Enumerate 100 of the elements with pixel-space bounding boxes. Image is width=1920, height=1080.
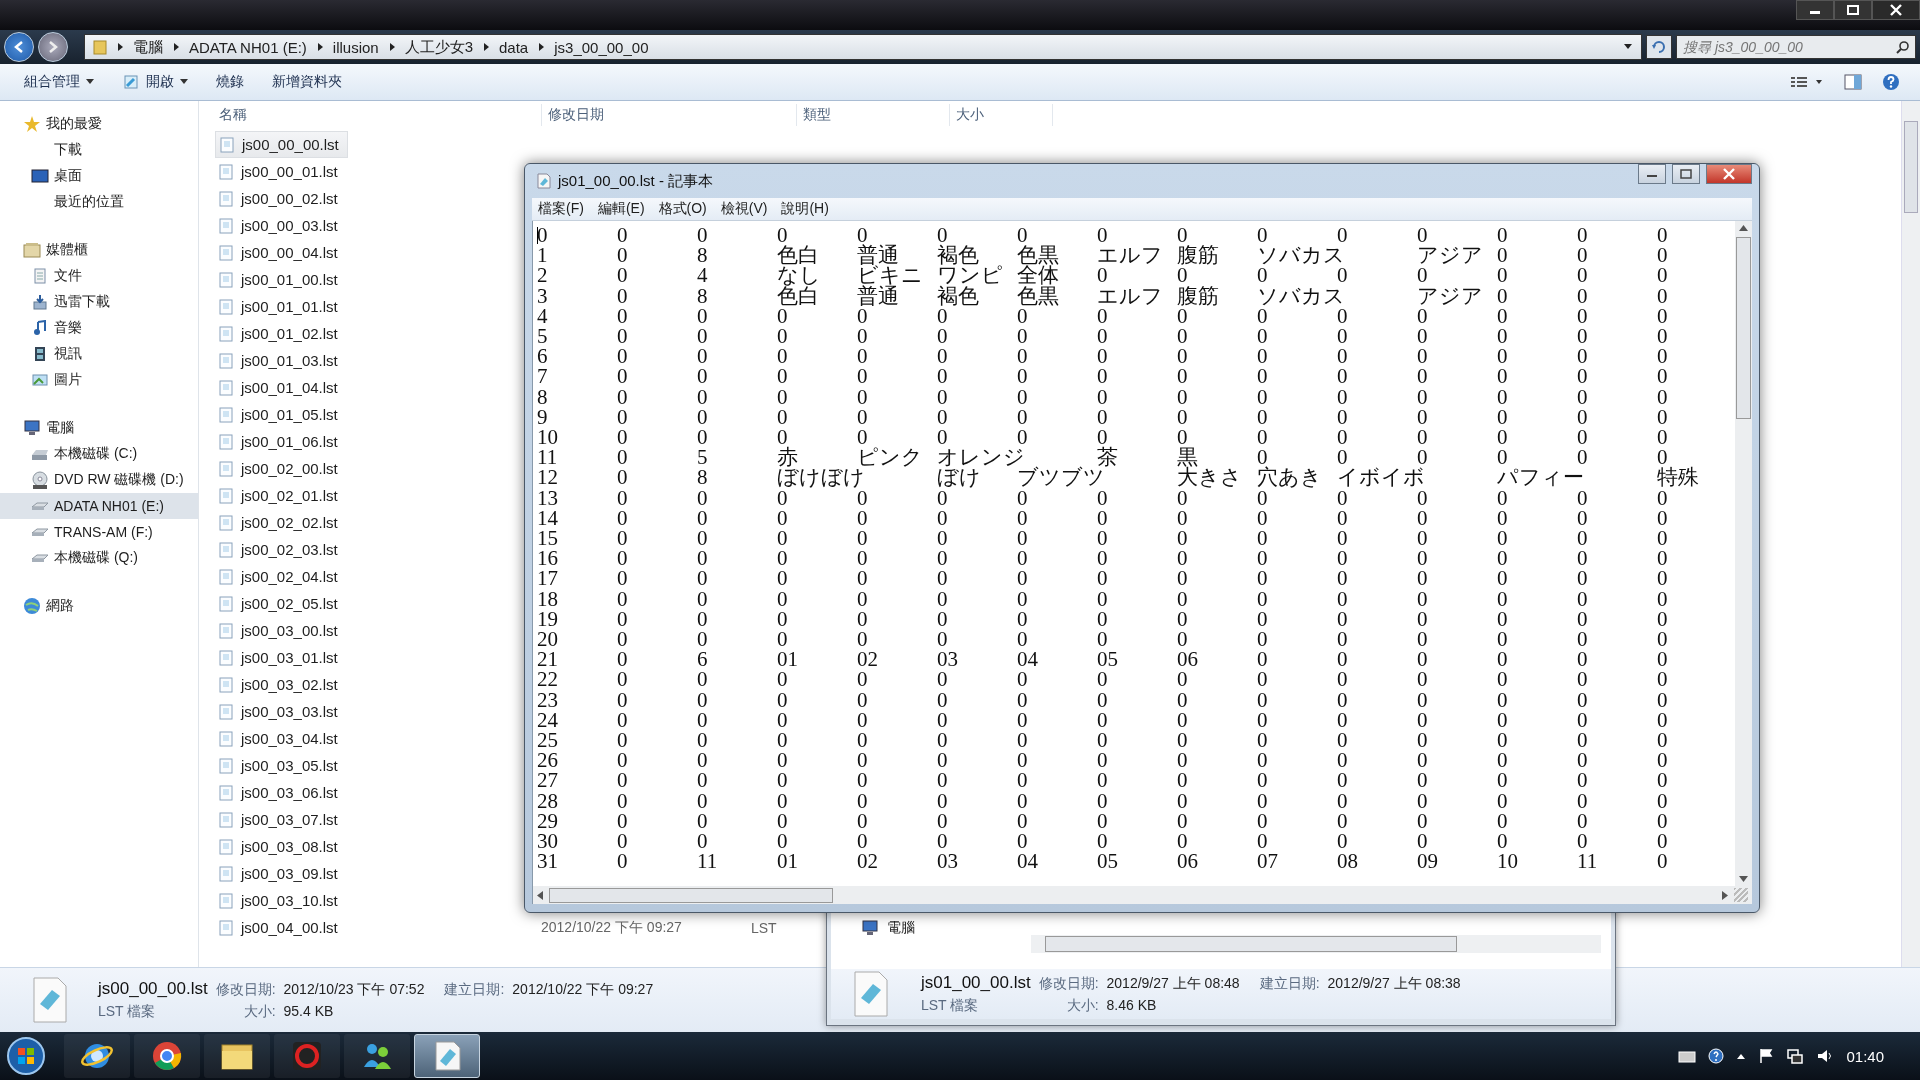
menu-item[interactable]: 格式(O): [658, 200, 707, 218]
taskbar-button[interactable]: [204, 1034, 270, 1078]
sidebar-item[interactable]: TRANS-AM (F:): [0, 519, 198, 545]
file-row[interactable]: js00_01_06.lst: [215, 428, 346, 455]
file-row[interactable]: js00_03_05.lst: [215, 752, 346, 779]
file-icon: [219, 190, 233, 207]
file-row[interactable]: js00_01_03.lst: [215, 347, 346, 374]
menu-item[interactable]: 說明(H): [781, 200, 829, 218]
sidebar-item[interactable]: 媒體櫃: [0, 237, 198, 263]
file-row[interactable]: js00_01_02.lst: [215, 320, 346, 347]
file-row[interactable]: js00_02_00.lst: [215, 455, 346, 482]
file-row[interactable]: js00_03_00.lst: [215, 617, 346, 644]
column-header[interactable]: 大小: [950, 104, 1053, 126]
toolbar-button[interactable]: 開啟: [110, 69, 200, 95]
forward-button[interactable]: [38, 32, 68, 62]
text-line: 21 0 6 01 02 03 04 05 06 0 0 0 0 0 0: [537, 649, 1669, 670]
file-row[interactable]: js00_02_01.lst: [215, 482, 346, 509]
file-row[interactable]: js00_00_04.lst: [215, 239, 346, 266]
sidebar-item[interactable]: 迅雷下載: [0, 289, 198, 315]
close-button[interactable]: [1872, 0, 1920, 20]
search-field[interactable]: 搜尋 js3_00_00_00: [1676, 35, 1916, 59]
sidebar-item[interactable]: 文件: [0, 263, 198, 289]
file-row[interactable]: js00_02_02.lst: [215, 509, 346, 536]
field-label: 建立日期:: [1259, 975, 1320, 993]
sidebar-item[interactable]: 電腦: [0, 415, 198, 441]
scrollbar[interactable]: [1031, 935, 1601, 953]
notepad-file-icon: [30, 976, 70, 1024]
file-name: js00_02_00.lst: [241, 460, 338, 477]
taskbar-button[interactable]: [344, 1034, 410, 1078]
breadcrumb-item[interactable]: js3_00_00_00: [554, 38, 649, 56]
file-row[interactable]: js00_02_03.lst: [215, 536, 346, 563]
scrollbar-thumb[interactable]: [549, 887, 833, 903]
scrollbar-thumb[interactable]: [1904, 121, 1918, 213]
file-row[interactable]: js00_01_05.lst: [215, 401, 346, 428]
sidebar-item[interactable]: 最近的位置: [0, 189, 198, 215]
file-row[interactable]: js00_03_07.lst: [215, 806, 346, 833]
scrollbar-thumb[interactable]: [1045, 936, 1457, 952]
file-row[interactable]: js00_00_03.lst: [215, 212, 346, 239]
text-line: 9 0 0 0 0 0 0 0 0 0 0 0 0 0 0: [537, 406, 1669, 428]
minimize-button[interactable]: [1638, 164, 1666, 184]
sidebar-item[interactable]: 音樂: [0, 315, 198, 341]
file-row[interactable]: js00_04_00.lst 2012/10/22 下午 09:27 LST: [215, 914, 785, 941]
sidebar-item[interactable]: 我的最愛: [0, 111, 198, 137]
menu-item[interactable]: 檢視(V): [720, 200, 768, 218]
sidebar-item[interactable]: 網路: [0, 593, 198, 619]
toolbar-button[interactable]: 新增資料夾: [260, 69, 354, 95]
taskbar-button[interactable]: [64, 1034, 130, 1078]
toolbar-button[interactable]: 燒錄: [204, 69, 256, 95]
refresh-button[interactable]: [1646, 35, 1672, 59]
scrollbar[interactable]: [1735, 221, 1752, 886]
column-header[interactable]: 修改日期: [542, 104, 797, 126]
sidebar-item[interactable]: 下載: [0, 137, 198, 163]
breadcrumb-item[interactable]: 電腦: [133, 37, 163, 57]
breadcrumb-item[interactable]: 人工少女3: [404, 37, 473, 57]
sidebar-item[interactable]: 圖片: [0, 367, 198, 393]
file-name: js00_04_00.lst: [241, 919, 338, 936]
menu-item[interactable]: 檔案(F): [538, 200, 584, 218]
file-row[interactable]: js00_03_06.lst: [215, 779, 346, 806]
file-row[interactable]: js00_02_04.lst: [215, 563, 346, 590]
sidebar-item[interactable]: DVD RW 磁碟機 (D:): [0, 467, 198, 493]
file-row[interactable]: js00_03_10.lst: [215, 887, 346, 914]
sidebar-item[interactable]: 桌面: [0, 163, 198, 189]
scrollbar[interactable]: [532, 886, 1752, 904]
sidebar-item[interactable]: ADATA NH01 (E:): [0, 493, 198, 519]
file-row[interactable]: js00_01_00.lst: [215, 266, 346, 293]
maximize-icon: [1846, 4, 1860, 16]
file-row[interactable]: js00_00_01.lst: [215, 158, 346, 185]
file-row[interactable]: js00_03_03.lst: [215, 698, 346, 725]
file-row[interactable]: js00_01_04.lst: [215, 374, 346, 401]
file-row[interactable]: js00_03_04.lst: [215, 725, 346, 752]
sidebar-item[interactable]: 視訊: [0, 341, 198, 367]
file-icon: [219, 649, 233, 666]
sidebar-item[interactable]: 電腦: [831, 919, 1021, 937]
address-bar[interactable]: 電腦 ADATA NH01 (E:) illusion 人工少女3 data js3_00_00_00: [84, 34, 1642, 60]
scrollbar-thumb[interactable]: [1736, 237, 1751, 419]
file-row[interactable]: js00_00_00.lst: [215, 131, 348, 158]
file-row[interactable]: js00_03_01.lst: [215, 644, 346, 671]
column-header[interactable]: 類型: [797, 104, 950, 126]
file-row[interactable]: js00_03_09.lst: [215, 860, 346, 887]
taskbar-button[interactable]: [134, 1034, 200, 1078]
file-row[interactable]: js00_01_01.lst: [215, 293, 346, 320]
breadcrumb-item[interactable]: data: [499, 38, 529, 56]
taskbar-button[interactable]: [414, 1034, 480, 1078]
file-row[interactable]: js00_02_05.lst: [215, 590, 346, 617]
file-row[interactable]: js00_03_02.lst: [215, 671, 346, 698]
breadcrumb-item[interactable]: ADATA NH01 (E:): [189, 38, 307, 56]
back-button[interactable]: [4, 32, 34, 62]
menu-item[interactable]: 編輯(E): [597, 200, 645, 218]
start-button[interactable]: [6, 1036, 46, 1076]
sidebar-item[interactable]: 本機磁碟 (C:): [0, 441, 198, 467]
minimize-button[interactable]: [1796, 0, 1834, 20]
toolbar-button[interactable]: 組合管理: [12, 69, 106, 95]
sidebar-item[interactable]: 本機磁碟 (Q:): [0, 545, 198, 571]
file-row[interactable]: js00_03_08.lst: [215, 833, 346, 860]
clock[interactable]: 01:40: [1846, 1047, 1884, 1065]
text-line: 2 0 4 なし ビキニ ワンピ 全体 0 0 0 0 0 0 0 0: [537, 265, 1669, 286]
file-row[interactable]: js00_00_02.lst: [215, 185, 346, 212]
column-header[interactable]: 名稱: [199, 104, 542, 126]
breadcrumb-item[interactable]: illusion: [332, 38, 379, 56]
maximize-button[interactable]: [1834, 0, 1872, 20]
